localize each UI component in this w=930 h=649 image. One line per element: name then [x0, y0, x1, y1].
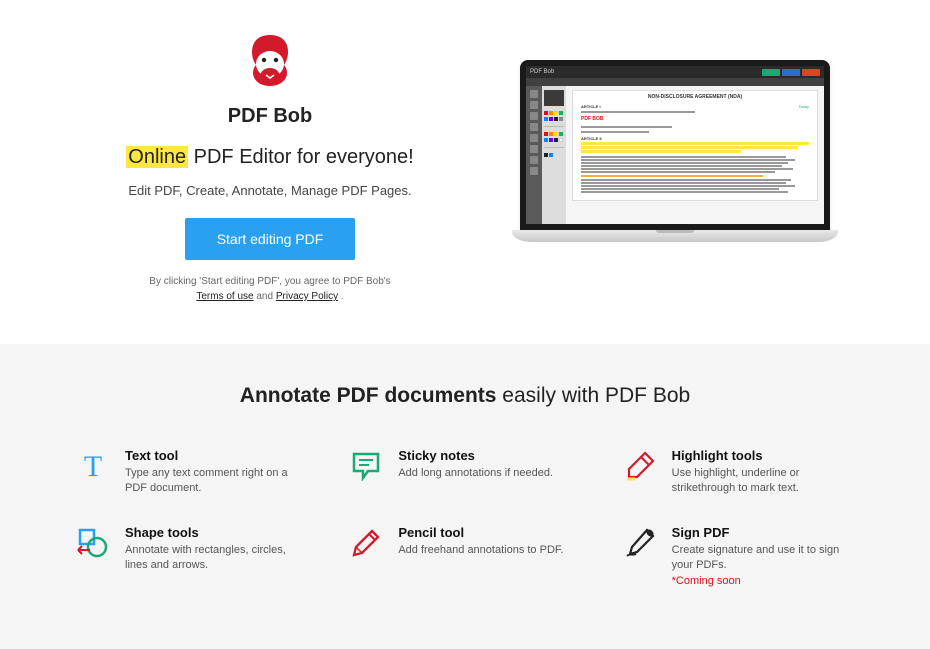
sticky-note-icon [348, 448, 384, 484]
coming-soon-note: *Coming soon [672, 575, 741, 587]
features-grid: T Text tool Type any text comment right … [55, 448, 875, 589]
logo-icon [100, 30, 440, 95]
features-title: Annotate PDF documents easily with PDF B… [0, 384, 930, 408]
app-btn [802, 69, 820, 76]
hero-section: PDF Bob Online PDF Editor for everyone! … [0, 0, 930, 344]
svg-text:T: T [84, 450, 102, 483]
feature-highlight-tools: Highlight tools Use highlight, underline… [622, 448, 855, 497]
brand-name: PDF Bob [100, 105, 440, 128]
feature-shape-tools: Shape tools Annotate with rectangles, ci… [75, 525, 308, 589]
feature-sticky-notes: Sticky notes Add long annotations if nee… [348, 448, 581, 497]
laptop-mockup: PDF Bob [520, 60, 830, 242]
feature-text-tool: T Text tool Type any text comment right … [75, 448, 308, 497]
pen-icon [622, 525, 658, 561]
headline-rest: PDF Editor for everyone! [188, 146, 414, 168]
text-tool-icon: T [75, 448, 111, 484]
headline: Online PDF Editor for everyone! [100, 146, 440, 169]
feature-sign-pdf: Sign PDF Create signature and use it to … [622, 525, 855, 589]
highlight-icon [622, 448, 658, 484]
features-section: Annotate PDF documents easily with PDF B… [0, 344, 930, 649]
shapes-icon [75, 525, 111, 561]
subheadline: Edit PDF, Create, Annotate, Manage PDF P… [100, 183, 440, 198]
app-btn [762, 69, 780, 76]
hero-image: PDF Bob [520, 60, 830, 242]
start-editing-button[interactable]: Start editing PDF [185, 218, 356, 260]
app-btn [782, 69, 800, 76]
privacy-link[interactable]: Privacy Policy [276, 291, 338, 302]
feature-pencil-tool: Pencil tool Add freehand annotations to … [348, 525, 581, 589]
disclaimer-text: By clicking 'Start editing PDF', you agr… [100, 274, 440, 304]
pencil-icon [348, 525, 384, 561]
hero-content: PDF Bob Online PDF Editor for everyone! … [100, 30, 440, 304]
terms-link[interactable]: Terms of use [196, 291, 253, 302]
headline-highlight: Online [126, 146, 188, 168]
